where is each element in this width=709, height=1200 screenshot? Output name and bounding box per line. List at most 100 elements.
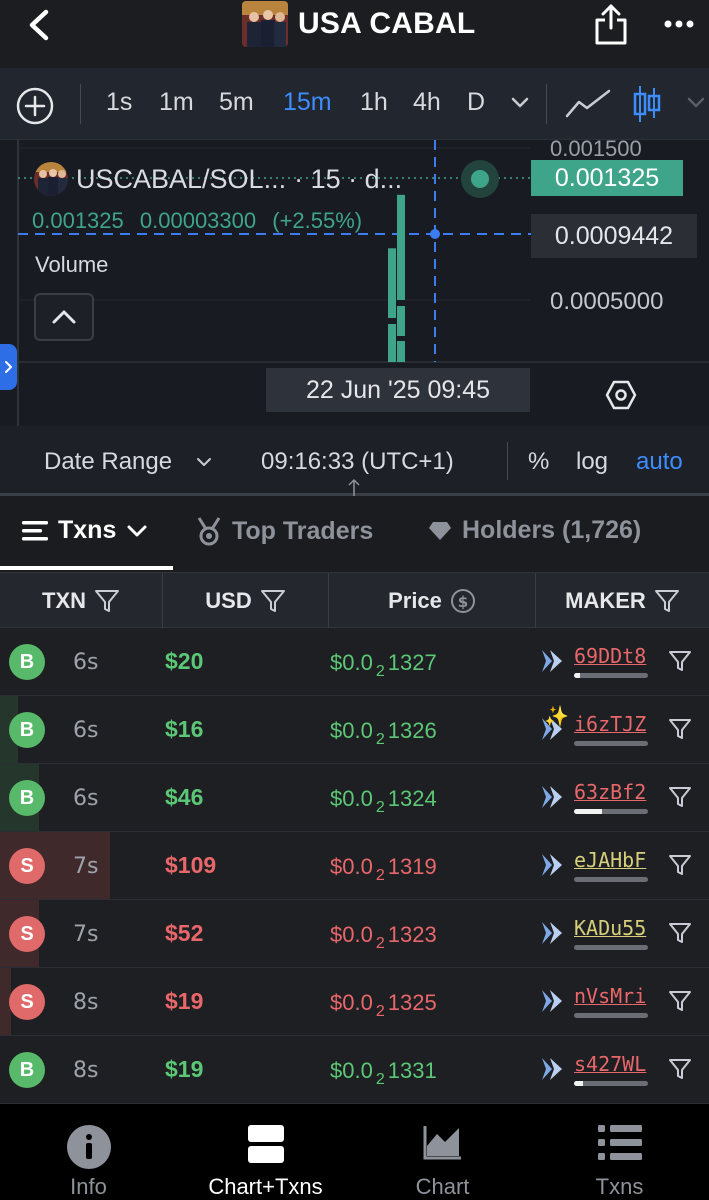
nav-txns-label: Txns: [595, 1174, 644, 1199]
filter-maker-icon[interactable]: [668, 854, 692, 876]
maker-holding-bar: [574, 877, 648, 882]
table-row[interactable]: S 8s $19 $0.0 2 1325 nVsMri: [0, 968, 709, 1036]
filter-maker-icon[interactable]: [668, 650, 692, 672]
crosshair-date-tag: 22 Jun '25 09:45: [266, 368, 530, 412]
divider: [546, 84, 547, 124]
chevron-down-icon[interactable]: [686, 96, 706, 110]
tab-top-traders-label: Top Traders: [232, 516, 374, 545]
column-usd[interactable]: USD: [163, 573, 328, 629]
filter-maker-icon[interactable]: [668, 922, 692, 944]
chart-settings-icon[interactable]: [605, 380, 637, 410]
tab-txns[interactable]: Txns: [22, 516, 148, 545]
filter-maker-icon[interactable]: [668, 718, 692, 740]
nav-chart-txns-label: Chart+Txns: [208, 1174, 323, 1199]
column-price[interactable]: Price $: [329, 573, 535, 629]
side-badge: B: [9, 712, 45, 748]
txn-age: 7s: [73, 854, 99, 879]
filter-maker-icon[interactable]: [668, 990, 692, 1012]
side-panel-handle[interactable]: [0, 344, 17, 390]
more-options-icon[interactable]: [664, 14, 694, 34]
percent-scale-toggle[interactable]: %: [528, 448, 549, 476]
table-row[interactable]: B 8s $19 $0.0 2 1331 s427WL: [0, 1036, 709, 1104]
area-chart-icon: [423, 1126, 461, 1160]
timeframe-15m[interactable]: 15m: [283, 88, 332, 117]
maker-holding-bar: [574, 945, 648, 950]
info-icon: [66, 1125, 111, 1169]
chevron-down-icon[interactable]: [196, 456, 212, 468]
bottom-navigation: Info Chart+Txns Chart Txns: [0, 1104, 709, 1200]
timeframe-1h[interactable]: 1h: [360, 88, 388, 117]
nav-chart[interactable]: Chart: [354, 1104, 531, 1200]
wallet-source-icon: [542, 786, 562, 808]
add-indicator-icon[interactable]: [16, 87, 54, 125]
txn-price: $0.0 2 1331: [330, 1058, 437, 1088]
dollar-circle-icon: $: [450, 589, 475, 613]
column-maker[interactable]: MAKER: [536, 573, 709, 629]
txn-usd: $46: [165, 784, 204, 810]
change-absolute: 0.00003300: [139, 208, 257, 233]
bar-gap: [388, 318, 396, 324]
chevron-down-icon[interactable]: [510, 96, 530, 110]
timeframe-1s[interactable]: 1s: [106, 88, 132, 117]
share-icon[interactable]: [592, 2, 630, 46]
maker-address-link[interactable]: 63zBf2: [574, 780, 646, 804]
table-row[interactable]: B 6s $46 $0.0 2 1324 63zBf2: [0, 764, 709, 832]
last-price-readout: 0.001325: [32, 208, 124, 233]
back-arrow-icon[interactable]: [22, 8, 62, 42]
token-name: USA CABAL: [298, 7, 476, 40]
price-change-readout: 0.001325 0.00003300 (+2.55%): [32, 208, 362, 234]
chart-symbol: USCABAL/SOL...: [76, 163, 287, 194]
table-row[interactable]: B 6s $16 $0.0 2 1326 i6zTJZ ✨: [0, 696, 709, 764]
timeframe-4h[interactable]: 4h: [413, 88, 441, 117]
divider: [507, 442, 508, 480]
filter-maker-icon[interactable]: [668, 1058, 692, 1080]
svg-text:$: $: [458, 593, 468, 611]
table-row[interactable]: S 7s $52 $0.0 2 1323 KADu55: [0, 900, 709, 968]
txn-age: 8s: [73, 1058, 99, 1083]
txn-age: 8s: [73, 990, 99, 1015]
timeframe-1m[interactable]: 1m: [159, 88, 194, 117]
maker-address-link[interactable]: 69DDt8: [574, 644, 646, 668]
txn-price: $0.0 2 1323: [330, 922, 437, 952]
table-row[interactable]: S 7s $109 $0.0 2 1319 eJAHbF: [0, 832, 709, 900]
txn-usd: $19: [165, 988, 204, 1014]
timeframe-d[interactable]: D: [467, 88, 485, 117]
wallet-source-icon: [542, 650, 562, 672]
date-range-button[interactable]: Date Range: [44, 448, 172, 476]
price-chart[interactable]: 0.001500 USCABAL/SOL... · 15 · d... 0.00…: [0, 140, 709, 426]
txn-price: $0.0 2 1319: [330, 854, 437, 884]
txn-usd: $19: [165, 1056, 204, 1082]
txn-age: 6s: [73, 650, 99, 675]
menu-icon: [22, 520, 48, 540]
candlestick-icon[interactable]: [632, 84, 662, 124]
txn-price: $0.0 2 1326: [330, 718, 437, 748]
line-chart-icon[interactable]: [565, 88, 611, 120]
column-txn[interactable]: TXN: [0, 573, 162, 629]
collapse-legend-button[interactable]: [34, 293, 94, 341]
txn-age: 7s: [73, 922, 99, 947]
maker-address-link[interactable]: nVsMri: [574, 984, 646, 1008]
chevron-up-icon: [52, 310, 76, 324]
table-row[interactable]: B 6s $20 $0.0 2 1327 69DDt8: [0, 628, 709, 696]
timezone-clock[interactable]: 09:16:33 (UTC+1): [261, 448, 454, 476]
nav-txns[interactable]: Txns: [531, 1104, 708, 1200]
crosshair-point: [430, 229, 440, 239]
maker-address-link[interactable]: KADu55: [574, 916, 646, 940]
txn-usd: $16: [165, 716, 204, 742]
timeframe-5m[interactable]: 5m: [219, 88, 254, 117]
wallet-source-icon: [542, 854, 562, 876]
tab-holders[interactable]: Holders (1,726): [428, 516, 641, 545]
column-price-label: Price: [388, 588, 442, 613]
nav-info[interactable]: Info: [0, 1104, 177, 1200]
auto-scale-toggle[interactable]: auto: [636, 448, 683, 476]
maker-address-link[interactable]: s427WL: [574, 1052, 646, 1076]
tab-top-traders[interactable]: Top Traders: [196, 516, 373, 546]
filter-maker-icon[interactable]: [668, 786, 692, 808]
log-scale-toggle[interactable]: log: [576, 448, 608, 476]
maker-address-link[interactable]: eJAHbF: [574, 848, 646, 872]
filter-icon: [654, 590, 679, 612]
txn-age: 6s: [73, 718, 99, 743]
nav-chart-txns[interactable]: Chart+Txns: [177, 1104, 354, 1200]
last-price-tag: 0.001325: [531, 160, 683, 196]
maker-address-link[interactable]: i6zTJZ: [574, 712, 646, 736]
